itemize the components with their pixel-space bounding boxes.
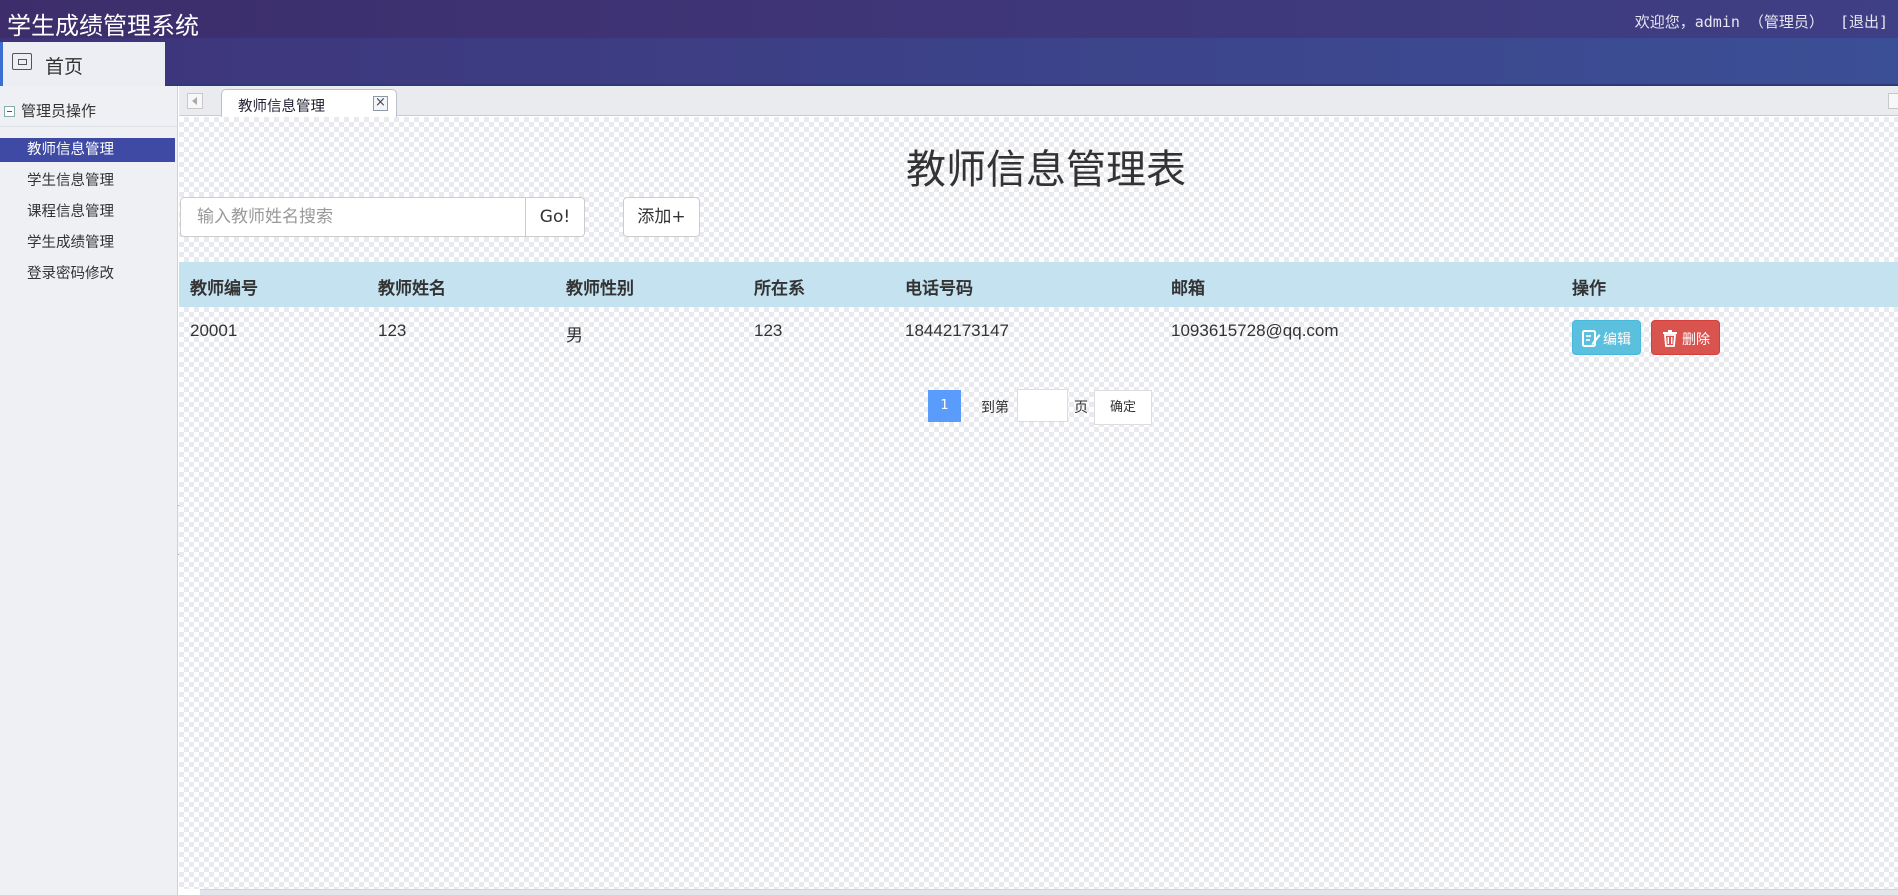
cell-phone: 18442173147	[905, 321, 1010, 340]
tab-strip: 教师信息管理 ×	[179, 86, 1898, 117]
go-button[interactable]: Go!	[525, 197, 585, 237]
sidebar-item-teacher-info[interactable]: 教师信息管理	[0, 138, 175, 162]
sidebar-group-admin[interactable]: 管理员操作	[4, 100, 96, 121]
horizontal-scrollbar[interactable]	[200, 889, 1898, 895]
logout-link[interactable]: [退出]	[1840, 13, 1888, 31]
sidebar-item-password[interactable]: 登录密码修改	[0, 262, 175, 286]
home-label: 首页	[45, 56, 84, 78]
collapse-icon[interactable]	[4, 106, 15, 117]
welcome-text: 欢迎您，admin （管理员）	[1634, 13, 1824, 31]
close-icon[interactable]: ×	[373, 96, 388, 111]
trash-icon	[1663, 330, 1677, 347]
search-input[interactable]	[180, 197, 526, 237]
page-unit-label: 页	[1074, 400, 1088, 416]
tab-teacher-info[interactable]: 教师信息管理 ×	[221, 89, 397, 117]
cell-teacher-id: 20001	[190, 321, 238, 340]
sidebar-item-grade[interactable]: 学生成绩管理	[0, 231, 175, 255]
delete-button[interactable]: 删除	[1651, 320, 1720, 355]
tab-scroll-left-icon[interactable]	[187, 93, 203, 109]
app-title: 学生成绩管理系统	[7, 12, 199, 40]
column-header: 教师性别	[566, 279, 634, 299]
goto-label: 到第	[981, 400, 1009, 416]
page-button-current[interactable]: 1	[928, 390, 961, 422]
column-header: 教师姓名	[378, 279, 446, 299]
user-info: 欢迎您，admin （管理员） [退出]	[1635, 11, 1888, 32]
edit-button[interactable]: 编辑	[1572, 320, 1641, 355]
edit-label: 编辑	[1603, 332, 1631, 348]
cell-teacher-gender: 男	[566, 326, 583, 346]
top-header: 学生成绩管理系统 欢迎您，admin （管理员） [退出]	[0, 0, 1898, 40]
sidebar-item-student-info[interactable]: 学生信息管理	[0, 169, 175, 193]
delete-label: 删除	[1682, 332, 1710, 348]
column-header: 所在系	[754, 279, 805, 299]
sidebar: 管理员操作 教师信息管理 学生信息管理 课程信息管理 学生成绩管理 登录密码修改	[0, 86, 178, 895]
edit-icon	[1582, 330, 1601, 347]
cell-teacher-name: 123	[378, 321, 407, 340]
nav-bar: 首页	[0, 38, 1898, 86]
sidebar-item-course-info[interactable]: 课程信息管理	[0, 200, 175, 224]
column-header: 操作	[1572, 279, 1606, 299]
home-window-icon	[12, 53, 32, 70]
home-tab[interactable]: 首页	[0, 42, 165, 86]
cell-department: 123	[754, 321, 783, 340]
tab-scroll-right-icon[interactable]	[1888, 93, 1898, 109]
add-button[interactable]: 添加+	[623, 197, 700, 237]
cell-email: 1093615728@qq.com	[1171, 321, 1339, 340]
table-header: 教师编号 教师姓名 教师性别 所在系 电话号码 邮箱 操作	[179, 262, 1898, 307]
confirm-button[interactable]: 确定	[1094, 390, 1152, 425]
column-header: 电话号码	[905, 279, 973, 299]
page-title: 教师信息管理表	[906, 147, 1186, 193]
sidebar-group-label: 管理员操作	[21, 102, 97, 120]
sidebar-divider	[0, 126, 178, 127]
tab-label: 教师信息管理	[238, 99, 325, 115]
goto-page-input[interactable]	[1017, 389, 1068, 422]
column-header: 教师编号	[190, 279, 258, 299]
column-header: 邮箱	[1171, 279, 1205, 299]
